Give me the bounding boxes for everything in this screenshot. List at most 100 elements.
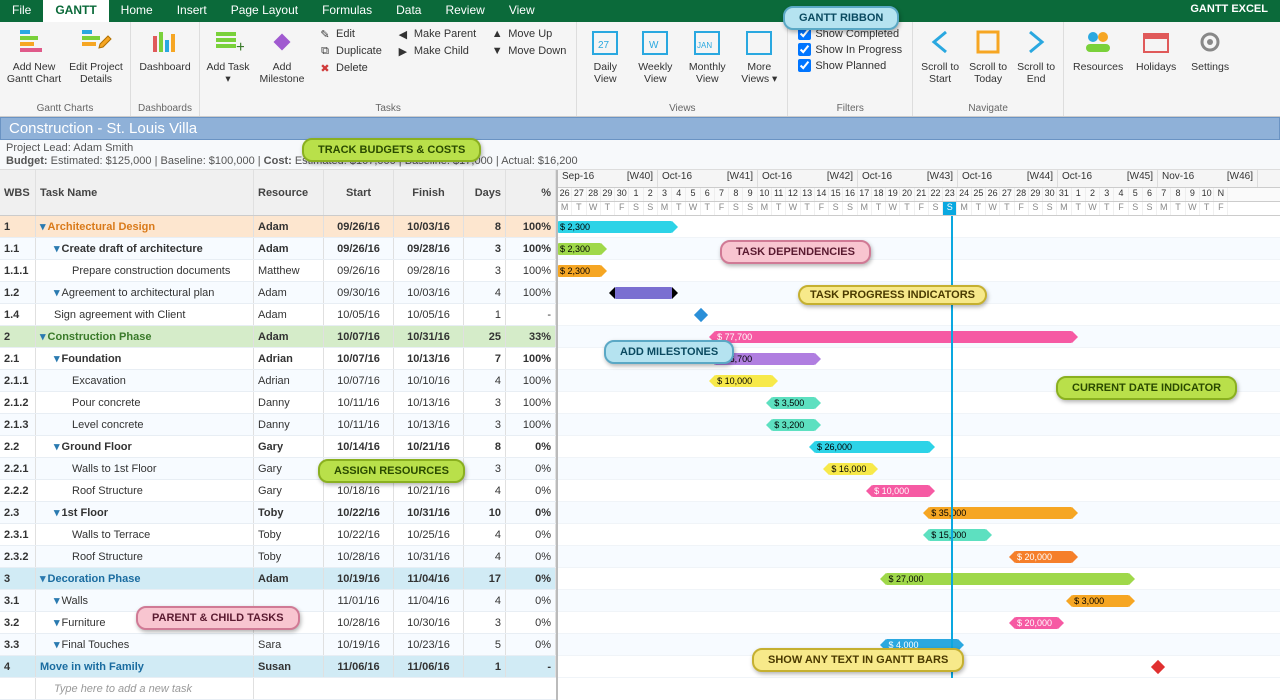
task-row[interactable]: 1.1.1Prepare construction documentsMatth… [0,260,556,282]
gantt-row: $ 26,000 [558,436,1280,458]
gantt-chart-icon [18,26,50,58]
callout-dependencies: TASK DEPENDENCIES [720,240,871,264]
task-row[interactable]: 1.1▾Create draft of architectureAdam09/2… [0,238,556,260]
task-row[interactable]: 4Move in with FamilySusan11/06/1611/06/1… [0,656,556,678]
task-row[interactable]: 2.3▾1st FloorToby10/22/1610/31/16100% [0,502,556,524]
col-wbs[interactable]: WBS [0,170,36,215]
task-row[interactable]: 2▾Construction PhaseAdam10/07/1610/31/16… [0,326,556,348]
menu-page-layout[interactable]: Page Layout [219,0,310,22]
callout-milestones: ADD MILESTONES [604,340,734,364]
gantt-bar[interactable]: $ 16,000 [829,463,872,475]
add-new-gantt-label: Add New Gantt Chart [6,61,62,85]
duplicate-button[interactable]: ⧉Duplicate [314,43,386,59]
up-icon: ▲ [490,27,504,41]
edit-project-button[interactable]: Edit Project Details [66,24,126,87]
dashboard-button[interactable]: Dashboard [135,24,195,75]
gantt-row: $ 20,000 [558,612,1280,634]
gantt-row: $ 3,000 [558,590,1280,612]
scroll-today-button[interactable]: Scroll to Today [965,24,1011,87]
gantt-bar[interactable]: $ 20,000 [1015,617,1058,629]
more-views-button[interactable]: More Views ▾ [735,24,783,87]
move-up-button[interactable]: ▲Move Up [486,26,570,42]
gantt-row: $ 35,000 [558,502,1280,524]
task-row[interactable]: 3.3▾Final TouchesSara10/19/1610/23/1650% [0,634,556,656]
project-meta: Project Lead: Adam Smith Budget: Estimat… [0,140,1280,170]
add-task-button[interactable]: + Add Task ▾ [204,24,252,87]
monthly-view-button[interactable]: JANMonthly View [681,24,733,87]
gantt-bar[interactable]: $ 2,300 [558,221,672,233]
calendar-more-icon [743,26,775,58]
col-task[interactable]: Task Name [36,170,254,215]
gantt-bar[interactable]: $ 26,000 [815,441,929,453]
task-row[interactable]: 1.2▾Agreement to architectural planAdam0… [0,282,556,304]
milestone-marker[interactable] [694,308,708,322]
menu-formulas[interactable]: Formulas [310,0,384,22]
resources-button[interactable]: Resources [1068,24,1128,75]
callout-bar-text: SHOW ANY TEXT IN GANTT BARS [752,648,964,672]
col-start[interactable]: Start [324,170,394,215]
col-resource[interactable]: Resource [254,170,324,215]
weekly-view-button[interactable]: WWeekly View [631,24,679,87]
task-row[interactable]: 2.2.2Roof StructureGary10/18/1610/21/164… [0,480,556,502]
timeline: Sep-16[W40]Oct-16[W41]Oct-16[W42]Oct-16[… [558,170,1280,700]
task-row[interactable]: 2.1.1ExcavationAdrian10/07/1610/10/16410… [0,370,556,392]
gantt-bar[interactable]: $ 2,300 [558,243,601,255]
make-parent-button[interactable]: ◀Make Parent [392,26,480,42]
task-row[interactable]: 1.4Sign agreement with ClientAdam10/05/1… [0,304,556,326]
scroll-end-button[interactable]: Scroll to End [1013,24,1059,87]
task-row[interactable]: 2.2▾Ground FloorGary10/14/1610/21/1680% [0,436,556,458]
gantt-bar[interactable]: $ 3,500 [772,397,815,409]
task-row[interactable]: 2.1.2Pour concreteDanny10/11/1610/13/163… [0,392,556,414]
gantt-bar[interactable]: $ 3,200 [772,419,815,431]
gantt-bar[interactable]: $ 10,000 [715,375,772,387]
menu-gantt[interactable]: GANTT [43,0,108,22]
project-title: Construction - St. Louis Villa [0,117,1280,140]
timeline-days: 2627282930123456789101112131415161718192… [558,188,1280,202]
milestone-marker[interactable] [1151,660,1165,674]
show-planned-checkbox[interactable]: Show Planned [794,58,906,73]
add-milestone-button[interactable]: Add Milestone [254,24,310,87]
edit-task-button[interactable]: ✎Edit [314,26,386,42]
settings-button[interactable]: Settings [1184,24,1236,75]
gantt-bar[interactable] [615,287,672,299]
gantt-bar[interactable]: $ 15,000 [929,529,986,541]
gantt-bar[interactable]: $ 10,000 [872,485,929,497]
col-pct[interactable]: % [506,170,556,215]
col-days[interactable]: Days [464,170,506,215]
new-task-row[interactable]: Type here to add a new task [0,678,556,700]
dashboard-icon [149,26,181,58]
svg-text:JAN: JAN [697,41,712,50]
show-inprogress-checkbox[interactable]: Show In Progress [794,42,906,57]
calendar-week-icon: W [639,26,671,58]
task-row[interactable]: 2.3.1Walls to TerraceToby10/22/1610/25/1… [0,524,556,546]
col-finish[interactable]: Finish [394,170,464,215]
make-child-button[interactable]: ▶Make Child [392,43,480,59]
down-icon: ▼ [490,44,504,58]
menu-review[interactable]: Review [433,0,496,22]
daily-view-button[interactable]: 27Daily View [581,24,629,87]
gantt-bar[interactable]: $ 2,300 [558,265,601,277]
task-row[interactable]: 2.2.1Walls to 1st FloorGary10/15/1610/17… [0,458,556,480]
move-down-button[interactable]: ▼Move Down [486,43,570,59]
menu-home[interactable]: Home [109,0,165,22]
holidays-button[interactable]: Holidays [1130,24,1182,75]
gantt-bar[interactable]: $ 27,000 [886,573,1129,585]
menu-insert[interactable]: Insert [165,0,219,22]
scroll-start-button[interactable]: Scroll to Start [917,24,963,87]
task-row[interactable]: 2.1.3Level concreteDanny10/11/1610/13/16… [0,414,556,436]
task-row[interactable]: 2.3.2Roof StructureToby10/28/1610/31/164… [0,546,556,568]
new-task-placeholder[interactable]: Type here to add a new task [36,678,254,699]
gantt-bar[interactable]: $ 77,700 [715,331,1072,343]
task-row[interactable]: 2.1▾FoundationAdrian10/07/1610/13/167100… [0,348,556,370]
delete-button[interactable]: ✖Delete [314,60,386,76]
menu-data[interactable]: Data [384,0,433,22]
group-dashboards: Dashboards [135,102,195,116]
menu-file[interactable]: File [0,0,43,22]
add-new-gantt-button[interactable]: Add New Gantt Chart [4,24,64,87]
gantt-bar[interactable]: $ 20,000 [1015,551,1072,563]
gantt-bar[interactable]: $ 3,000 [1072,595,1129,607]
svg-text:27: 27 [598,40,610,51]
task-row[interactable]: 1▾Architectural DesignAdam09/26/1610/03/… [0,216,556,238]
task-row[interactable]: 3▾Decoration PhaseAdam10/19/1611/04/1617… [0,568,556,590]
menu-view[interactable]: View [497,0,547,22]
